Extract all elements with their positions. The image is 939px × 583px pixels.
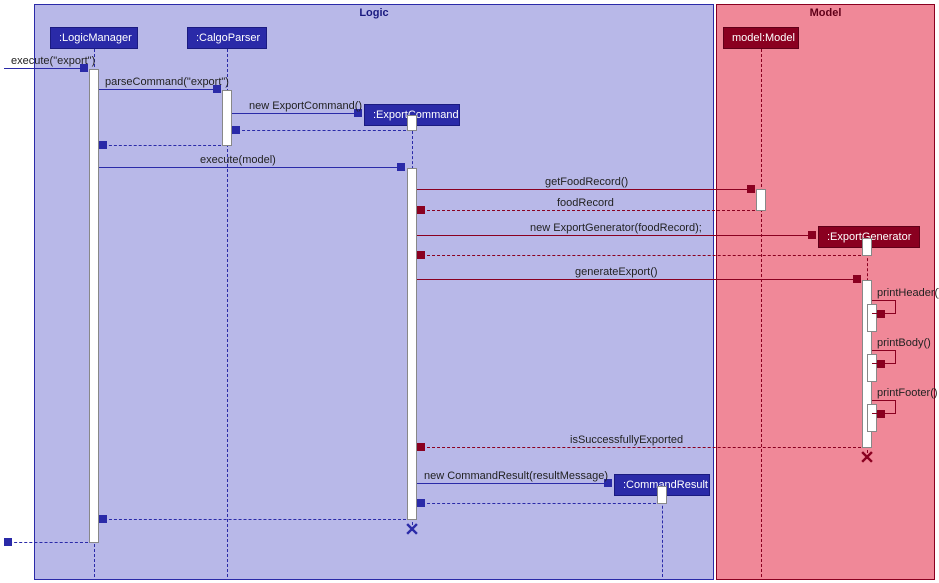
arrowhead (417, 499, 425, 507)
frame-logic: Logic (34, 4, 714, 580)
arrowhead (853, 275, 861, 283)
msg-new-command-result-label: new CommandResult(resultMessage) (424, 470, 608, 482)
msg-return-6 (4, 542, 88, 543)
frame-logic-label: Logic (359, 7, 388, 19)
msg-return-1 (232, 130, 406, 131)
activation-command-result (657, 486, 667, 504)
arrowhead (232, 126, 240, 134)
msg-print-footer-label: printFooter() (877, 387, 938, 399)
msg-is-exported (417, 447, 861, 448)
activation-export-command-1 (407, 115, 417, 131)
msg-execute-export (4, 68, 88, 69)
activation-calgo-parser (222, 90, 232, 146)
arrowhead (877, 410, 885, 418)
frame-model-label: Model (810, 7, 842, 19)
arrowhead (417, 251, 425, 259)
msg-food-record-return (417, 210, 755, 211)
msg-is-exported-label: isSuccessfullyExported (570, 434, 683, 446)
msg-new-command-result (417, 483, 612, 484)
msg-return-4 (417, 503, 656, 504)
arrowhead (877, 310, 885, 318)
lifeline-model (761, 49, 762, 577)
arrowhead (417, 206, 425, 214)
arrowhead (397, 163, 405, 171)
msg-new-export-generator (417, 235, 816, 236)
arrowhead (4, 538, 12, 546)
destroy-export-generator: ✕ (859, 448, 874, 469)
msg-new-export-command-label: new ExportCommand() (249, 100, 362, 112)
arrowhead (99, 515, 107, 523)
participant-logic-manager: :LogicManager (50, 27, 138, 49)
msg-generate-export (417, 279, 861, 280)
msg-get-food-record (417, 189, 755, 190)
msg-return-3 (417, 255, 861, 256)
arrowhead (99, 141, 107, 149)
destroy-export-command: ✕ (404, 520, 419, 541)
msg-print-header-label: printHeader() (877, 287, 939, 299)
msg-get-food-record-label: getFoodRecord() (545, 176, 628, 188)
msg-execute-model-label: execute(model) (200, 154, 276, 166)
msg-parse-command-label: parseCommand("export") (105, 76, 229, 88)
msg-execute-export-label: execute("export") (11, 55, 95, 67)
msg-parse-command (99, 89, 221, 90)
msg-new-export-generator-label: new ExportGenerator(foodRecord); (530, 222, 702, 234)
arrowhead (747, 185, 755, 193)
msg-new-export-command (232, 113, 362, 114)
msg-return-5 (99, 519, 406, 520)
activation-export-command-2 (407, 168, 417, 520)
msg-execute-model (99, 167, 405, 168)
participant-model: model:Model (723, 27, 799, 49)
activation-model (756, 189, 766, 211)
lifeline-command-result (662, 496, 663, 577)
arrowhead (417, 443, 425, 451)
msg-food-record-return-label: foodRecord (557, 197, 614, 209)
activation-export-gen-1 (862, 238, 872, 256)
msg-print-body-label: printBody() (877, 337, 931, 349)
msg-generate-export-label: generateExport() (575, 266, 658, 278)
participant-calgo-parser: :CalgoParser (187, 27, 267, 49)
arrowhead (877, 360, 885, 368)
arrowhead (808, 231, 816, 239)
msg-return-2 (99, 145, 221, 146)
activation-logic-manager (89, 69, 99, 543)
